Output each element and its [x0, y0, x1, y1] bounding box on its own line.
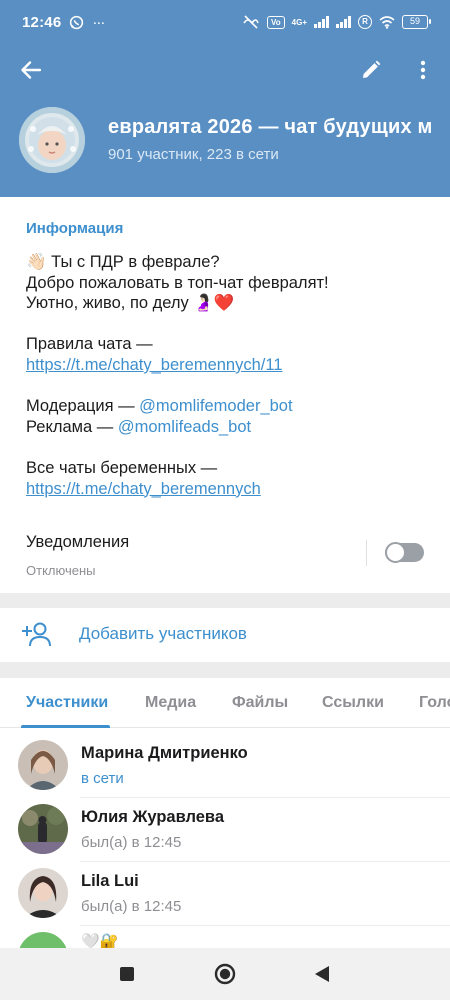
volte-icon: Vo	[267, 15, 285, 29]
system-navigation-bar	[0, 948, 450, 1000]
add-members-label: Добавить участников	[79, 624, 247, 643]
active-tab-indicator	[21, 725, 110, 728]
chat-header: 12:46 ··· Vo 4G+ R 59 евралята 2026 — ча…	[0, 0, 450, 197]
avatar	[18, 804, 68, 854]
signal-icon	[314, 16, 329, 28]
wifi-icon	[379, 16, 395, 29]
signal-2-icon	[336, 16, 351, 28]
ads-label: Реклама —	[26, 417, 118, 436]
baby-photo-image	[19, 107, 85, 173]
add-members-button[interactable]: Добавить участников	[0, 608, 450, 662]
tab-members[interactable]: Участники	[26, 694, 108, 712]
moderation-bot-link[interactable]: @momlifemoder_bot	[139, 397, 292, 415]
members-section: Участники Медиа Файлы Ссылки Голо Марина…	[0, 678, 450, 948]
toggle-knob	[385, 542, 406, 563]
all-chats-label: Все чаты беременных —	[26, 458, 218, 477]
tab-files[interactable]: Файлы	[232, 694, 288, 712]
member-row[interactable]: Марина Дмитриенко в сети	[0, 734, 450, 798]
divider	[366, 540, 367, 566]
add-person-icon	[22, 622, 51, 647]
edit-button[interactable]	[354, 53, 388, 87]
avatar	[18, 868, 68, 918]
moderation-label: Модерация —	[26, 397, 140, 416]
notifications-row[interactable]: Уведомления Отключены	[0, 520, 450, 592]
more-vertical-icon	[420, 60, 426, 80]
pencil-icon	[363, 60, 381, 78]
back-button[interactable]	[12, 53, 50, 87]
member-name: Марина Дмитриенко	[81, 744, 248, 762]
info-section-label: Информация	[26, 220, 124, 237]
member-row[interactable]: 🤍🔐	[0, 926, 450, 948]
tab-media[interactable]: Медиа	[145, 694, 196, 712]
more-options-button[interactable]	[410, 53, 436, 87]
desc-line-1: Ты с ПДР в феврале?	[46, 253, 220, 271]
member-row[interactable]: Lila Lui был(а) в 12:45	[0, 862, 450, 926]
home-button[interactable]	[208, 958, 242, 990]
member-name: Юлия Журавлева	[81, 808, 225, 826]
member-name: Lila Lui	[81, 872, 139, 890]
media-tabs: Участники Медиа Файлы Ссылки Голо	[0, 678, 450, 728]
square-icon	[120, 967, 134, 981]
battery-icon: 59	[402, 15, 431, 29]
group-avatar[interactable]	[19, 107, 85, 173]
rules-label: Правила чата —	[26, 335, 153, 354]
circle-icon	[214, 963, 236, 985]
whatsapp-icon	[70, 15, 84, 29]
wave-emoji: 👋🏻	[26, 253, 47, 271]
tab-voice[interactable]: Голо	[419, 694, 450, 712]
all-chats-link[interactable]: https://t.me/chaty_beremennych	[26, 480, 261, 498]
arrow-left-icon	[21, 61, 41, 79]
alarm-off-icon	[243, 15, 259, 29]
avatar	[18, 740, 68, 790]
member-name: 🤍🔐	[81, 933, 119, 948]
desc-line-2: Добро пожаловать в топ-чат февралят!	[26, 273, 329, 292]
desc-line-3: Уютно, живо, по делу	[26, 294, 194, 313]
more-notifications-icon: ···	[92, 13, 105, 31]
ads-bot-link[interactable]: @momlifeads_bot	[118, 418, 251, 436]
notifications-toggle[interactable]	[385, 542, 424, 563]
tab-links[interactable]: Ссылки	[322, 694, 384, 712]
notifications-state: Отключены	[26, 563, 96, 578]
rules-link[interactable]: https://t.me/chaty_beremennych/11	[26, 356, 283, 374]
group-description: 👋🏻 Ты с ПДР в феврале? Добро пожаловать …	[26, 252, 436, 499]
recents-button[interactable]	[110, 958, 144, 990]
avatar	[18, 932, 68, 948]
group-title: евралята 2026 — чат будущих м	[108, 116, 433, 138]
registered-icon: R	[358, 15, 372, 29]
member-status: был(а) в 12:45	[81, 834, 182, 851]
notifications-title: Уведомления	[26, 533, 130, 551]
group-member-count: 901 участник, 223 в сети	[108, 146, 279, 163]
status-bar: 12:46 ··· Vo 4G+ R 59	[0, 0, 450, 44]
status-time: 12:46	[22, 13, 62, 31]
network-type: 4G+	[291, 17, 307, 27]
triangle-back-icon	[315, 966, 329, 982]
member-row[interactable]: Юлия Журавлева был(а) в 12:45	[0, 798, 450, 862]
member-status: был(а) в 12:45	[81, 898, 182, 915]
member-status: в сети	[81, 770, 124, 787]
system-back-button[interactable]	[305, 958, 339, 990]
pregnant-heart-emoji: 🤰🏻❤️	[193, 294, 235, 313]
